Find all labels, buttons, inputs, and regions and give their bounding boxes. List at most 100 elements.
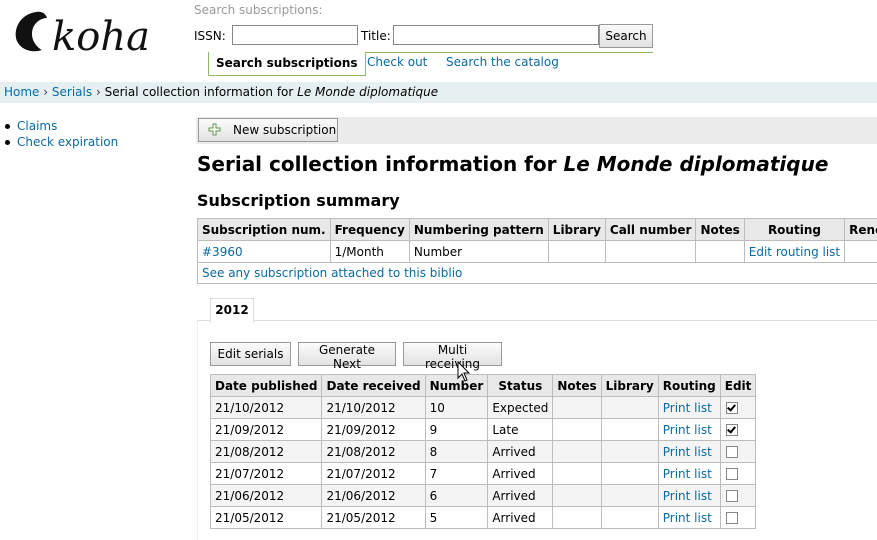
toolbar: New subscription xyxy=(196,117,877,144)
see-subscriptions-link[interactable]: See any subscription attached to this bi… xyxy=(202,266,462,280)
tab-2012[interactable]: 2012 xyxy=(210,298,254,323)
issn-input[interactable] xyxy=(232,25,358,45)
status-cell: Expected xyxy=(488,397,553,419)
edit-checkbox[interactable] xyxy=(726,512,738,524)
column-header: Date published xyxy=(211,375,322,397)
notes-cell xyxy=(553,419,601,441)
issn-label: ISSN: xyxy=(194,29,226,43)
issues-table: Date published Date received Number Stat… xyxy=(210,374,756,529)
numbering-pattern-cell: Number xyxy=(409,241,548,263)
tab-search-subscriptions[interactable]: Search subscriptions xyxy=(208,52,366,76)
koha-logo-icon: koha xyxy=(12,8,172,56)
column-header: Renew xyxy=(845,219,877,241)
number-cell: 10 xyxy=(425,397,488,419)
print-list-link[interactable]: Print list xyxy=(663,401,712,415)
column-header: Frequency xyxy=(330,219,409,241)
edit-checkbox[interactable] xyxy=(726,468,738,480)
table-row: #3960 1/Month Number Edit routing list xyxy=(198,241,877,263)
breadcrumb-separator: › xyxy=(96,85,101,99)
date-published-cell: 21/05/2012 xyxy=(211,507,322,529)
notes-cell xyxy=(553,463,601,485)
print-list-link[interactable]: Print list xyxy=(663,489,712,503)
sidebar-item-check-expiration: Check expiration xyxy=(4,134,118,150)
date-received-cell: 21/06/2012 xyxy=(322,485,425,507)
table-row: 21/09/2012 21/09/2012 9 Late Print list xyxy=(211,419,756,441)
date-published-cell: 21/10/2012 xyxy=(211,397,322,419)
title-input[interactable] xyxy=(393,25,599,45)
status-cell: Arrived xyxy=(488,507,553,529)
renew-cell xyxy=(845,241,877,263)
mouse-pointer-icon xyxy=(457,361,471,383)
notes-cell xyxy=(553,397,601,419)
table-row: 21/05/2012 21/05/2012 5 Arrived Print li… xyxy=(211,507,756,529)
subscription-number-link[interactable]: #3960 xyxy=(202,245,243,259)
date-published-cell: 21/06/2012 xyxy=(211,485,322,507)
edit-routing-list-link[interactable]: Edit routing list xyxy=(749,245,840,259)
notes-cell xyxy=(553,507,601,529)
column-header: Routing xyxy=(744,219,844,241)
print-list-link[interactable]: Print list xyxy=(663,423,712,437)
subscription-summary-heading: Subscription summary xyxy=(197,191,400,210)
call-number-cell xyxy=(605,241,696,263)
table-header-row: Subscription num. Frequency Numbering pa… xyxy=(198,219,877,241)
print-list-link[interactable]: Print list xyxy=(663,511,712,525)
date-received-cell: 21/05/2012 xyxy=(322,507,425,529)
column-header: Notes xyxy=(696,219,744,241)
column-header: Status xyxy=(488,375,553,397)
column-header: Date received xyxy=(322,375,425,397)
title-label: Title: xyxy=(361,29,391,43)
breadcrumb-home[interactable]: Home xyxy=(4,85,39,99)
date-published-cell: 21/08/2012 xyxy=(211,441,322,463)
column-header: Routing xyxy=(658,375,720,397)
header: koha Search subscriptions: ISSN: Title: … xyxy=(0,0,877,82)
sidebar-item-claims: Claims xyxy=(4,118,118,134)
breadcrumb-current: Serial collection information for xyxy=(105,85,294,99)
breadcrumb-current-title: Le Monde diplomatique xyxy=(297,85,438,99)
column-header: Edit xyxy=(720,375,756,397)
edit-checkbox[interactable] xyxy=(726,490,738,502)
table-row: 21/10/2012 21/10/2012 10 Expected Print … xyxy=(211,397,756,419)
table-row: 21/07/2012 21/07/2012 7 Arrived Print li… xyxy=(211,463,756,485)
number-cell: 5 xyxy=(425,507,488,529)
number-cell: 9 xyxy=(425,419,488,441)
date-received-cell: 21/10/2012 xyxy=(322,397,425,419)
notes-cell xyxy=(553,441,601,463)
notes-cell xyxy=(696,241,744,263)
new-subscription-button[interactable]: New subscription xyxy=(198,118,338,142)
date-published-cell: 21/09/2012 xyxy=(211,419,322,441)
edit-serials-button[interactable]: Edit serials xyxy=(210,342,291,366)
claims-link[interactable]: Claims xyxy=(17,119,57,133)
search-button[interactable]: Search xyxy=(599,24,653,48)
breadcrumb-serials[interactable]: Serials xyxy=(52,85,92,99)
library-cell xyxy=(601,463,658,485)
status-cell: Arrived xyxy=(488,463,553,485)
status-cell: Late xyxy=(488,419,553,441)
edit-checkbox[interactable] xyxy=(726,402,738,414)
koha-logo[interactable]: koha xyxy=(12,8,172,56)
edit-checkbox[interactable] xyxy=(726,446,738,458)
check-expiration-link[interactable]: Check expiration xyxy=(17,135,118,149)
date-received-cell: 21/08/2012 xyxy=(322,441,425,463)
number-cell: 6 xyxy=(425,485,488,507)
library-cell xyxy=(601,507,658,529)
column-header: Notes xyxy=(553,375,601,397)
number-cell: 8 xyxy=(425,441,488,463)
sidebar: Claims Check expiration xyxy=(4,118,118,150)
table-row: 21/06/2012 21/06/2012 6 Arrived Print li… xyxy=(211,485,756,507)
status-cell: Arrived xyxy=(488,441,553,463)
tab-check-out[interactable]: Check out xyxy=(367,55,427,69)
svg-text:koha: koha xyxy=(52,14,150,56)
column-header: Subscription num. xyxy=(198,219,331,241)
tab-search-catalog[interactable]: Search the catalog xyxy=(446,55,559,69)
frequency-cell: 1/Month xyxy=(330,241,409,263)
print-list-link[interactable]: Print list xyxy=(663,467,712,481)
status-cell: Arrived xyxy=(488,485,553,507)
column-header: Call number xyxy=(605,219,696,241)
generate-next-button[interactable]: Generate Next xyxy=(298,342,396,366)
edit-checkbox[interactable] xyxy=(726,424,738,436)
library-cell xyxy=(601,485,658,507)
new-subscription-label: New subscription xyxy=(233,123,336,137)
column-header: Library xyxy=(601,375,658,397)
print-list-link[interactable]: Print list xyxy=(663,445,712,459)
multi-receiving-button[interactable]: Multi receiving xyxy=(403,342,502,366)
